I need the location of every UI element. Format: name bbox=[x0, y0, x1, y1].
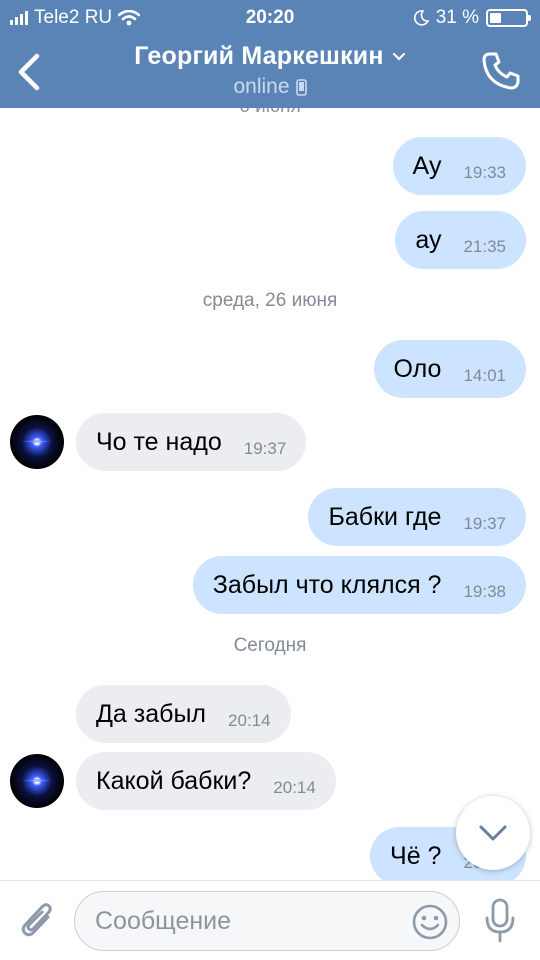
battery-icon bbox=[486, 9, 531, 27]
contact-title[interactable]: Георгий Маркешкин online bbox=[0, 42, 540, 99]
smiley-icon[interactable] bbox=[411, 903, 449, 941]
moon-icon bbox=[413, 10, 429, 26]
message-text: Какой бабки? bbox=[96, 766, 252, 795]
message-list[interactable]: 6 июня Ау 19:33 ау 21:35 среда, 26 июня Оло 14… bbox=[0, 108, 540, 880]
outgoing-message[interactable]: ау 21:35 bbox=[0, 211, 540, 269]
scroll-down-button[interactable] bbox=[456, 796, 530, 870]
message-input[interactable] bbox=[95, 892, 395, 950]
chevron-down-icon bbox=[392, 52, 405, 61]
message-bubble[interactable]: ау 21:35 bbox=[395, 211, 526, 269]
message-time: 19:38 bbox=[463, 582, 506, 601]
date-separator: 6 июня bbox=[0, 108, 540, 118]
outgoing-message[interactable]: Ау 19:33 bbox=[0, 137, 540, 195]
status-bar: Tele2 RU 20:20 31 % bbox=[0, 0, 540, 36]
message-text: Чё ? bbox=[390, 841, 442, 870]
chevron-down-icon bbox=[479, 825, 507, 841]
date-separator: Сегодня bbox=[233, 635, 307, 656]
outgoing-message[interactable]: Бабки где 19:37 bbox=[0, 488, 540, 546]
message-text: Да забыл bbox=[96, 699, 207, 728]
microphone-icon[interactable] bbox=[482, 897, 518, 945]
message-bubble[interactable]: Какой бабки? 20:14 bbox=[76, 752, 336, 810]
message-bubble[interactable]: Оло 14:01 bbox=[373, 340, 526, 398]
message-time: 14:01 bbox=[463, 366, 506, 385]
phone-icon[interactable] bbox=[480, 50, 522, 92]
incoming-message[interactable]: Чо те надо 19:37 bbox=[0, 413, 540, 471]
message-composer bbox=[0, 880, 540, 960]
date-separator: среда, 26 июня bbox=[202, 290, 338, 311]
contact-status-label: online bbox=[233, 75, 290, 98]
message-text: Ау bbox=[412, 151, 442, 180]
message-bubble[interactable]: Да забыл 20:14 bbox=[76, 685, 291, 743]
contact-name[interactable]: Георгий Маркешкин bbox=[134, 42, 405, 71]
message-time: 21:35 bbox=[463, 237, 506, 256]
message-time: 19:33 bbox=[463, 163, 506, 182]
message-text: Оло bbox=[393, 354, 442, 383]
mobile-phone-icon bbox=[295, 78, 307, 96]
message-time: 19:37 bbox=[243, 439, 287, 458]
incoming-message[interactable]: Какой бабки? 20:14 bbox=[0, 752, 540, 810]
contact-status: online bbox=[233, 75, 307, 99]
contact-name-label: Георгий Маркешкин bbox=[134, 42, 384, 70]
avatar[interactable] bbox=[10, 754, 64, 808]
message-text: Бабки где bbox=[328, 502, 442, 531]
battery-percent: 31 % bbox=[435, 7, 479, 28]
message-bubble[interactable]: Бабки где 19:37 bbox=[308, 488, 526, 546]
outgoing-message[interactable]: Оло 14:01 bbox=[0, 340, 540, 398]
message-text: Чо те надо bbox=[96, 427, 222, 456]
outgoing-message[interactable]: Забыл что клялся ? 19:38 bbox=[0, 556, 540, 614]
paperclip-icon[interactable] bbox=[18, 899, 58, 943]
message-text: ау bbox=[415, 225, 442, 254]
message-bubble[interactable]: Ау 19:33 bbox=[392, 137, 526, 195]
message-text: Забыл что клялся ? bbox=[212, 570, 442, 599]
status-right: 31 % bbox=[413, 7, 531, 29]
avatar[interactable] bbox=[10, 415, 64, 469]
message-time: 19:37 bbox=[463, 514, 506, 533]
message-bubble[interactable]: Чо те надо 19:37 bbox=[76, 413, 307, 471]
chat-header: Tele2 RU 20:20 31 % Георгий Маркешкин on… bbox=[0, 0, 540, 108]
message-bubble[interactable]: Забыл что клялся ? 19:38 bbox=[192, 556, 526, 614]
message-time: 20:14 bbox=[228, 711, 271, 730]
incoming-message[interactable]: Да забыл 20:14 bbox=[0, 685, 540, 743]
message-input-box[interactable] bbox=[74, 891, 460, 951]
message-time: 20:14 bbox=[273, 778, 316, 797]
